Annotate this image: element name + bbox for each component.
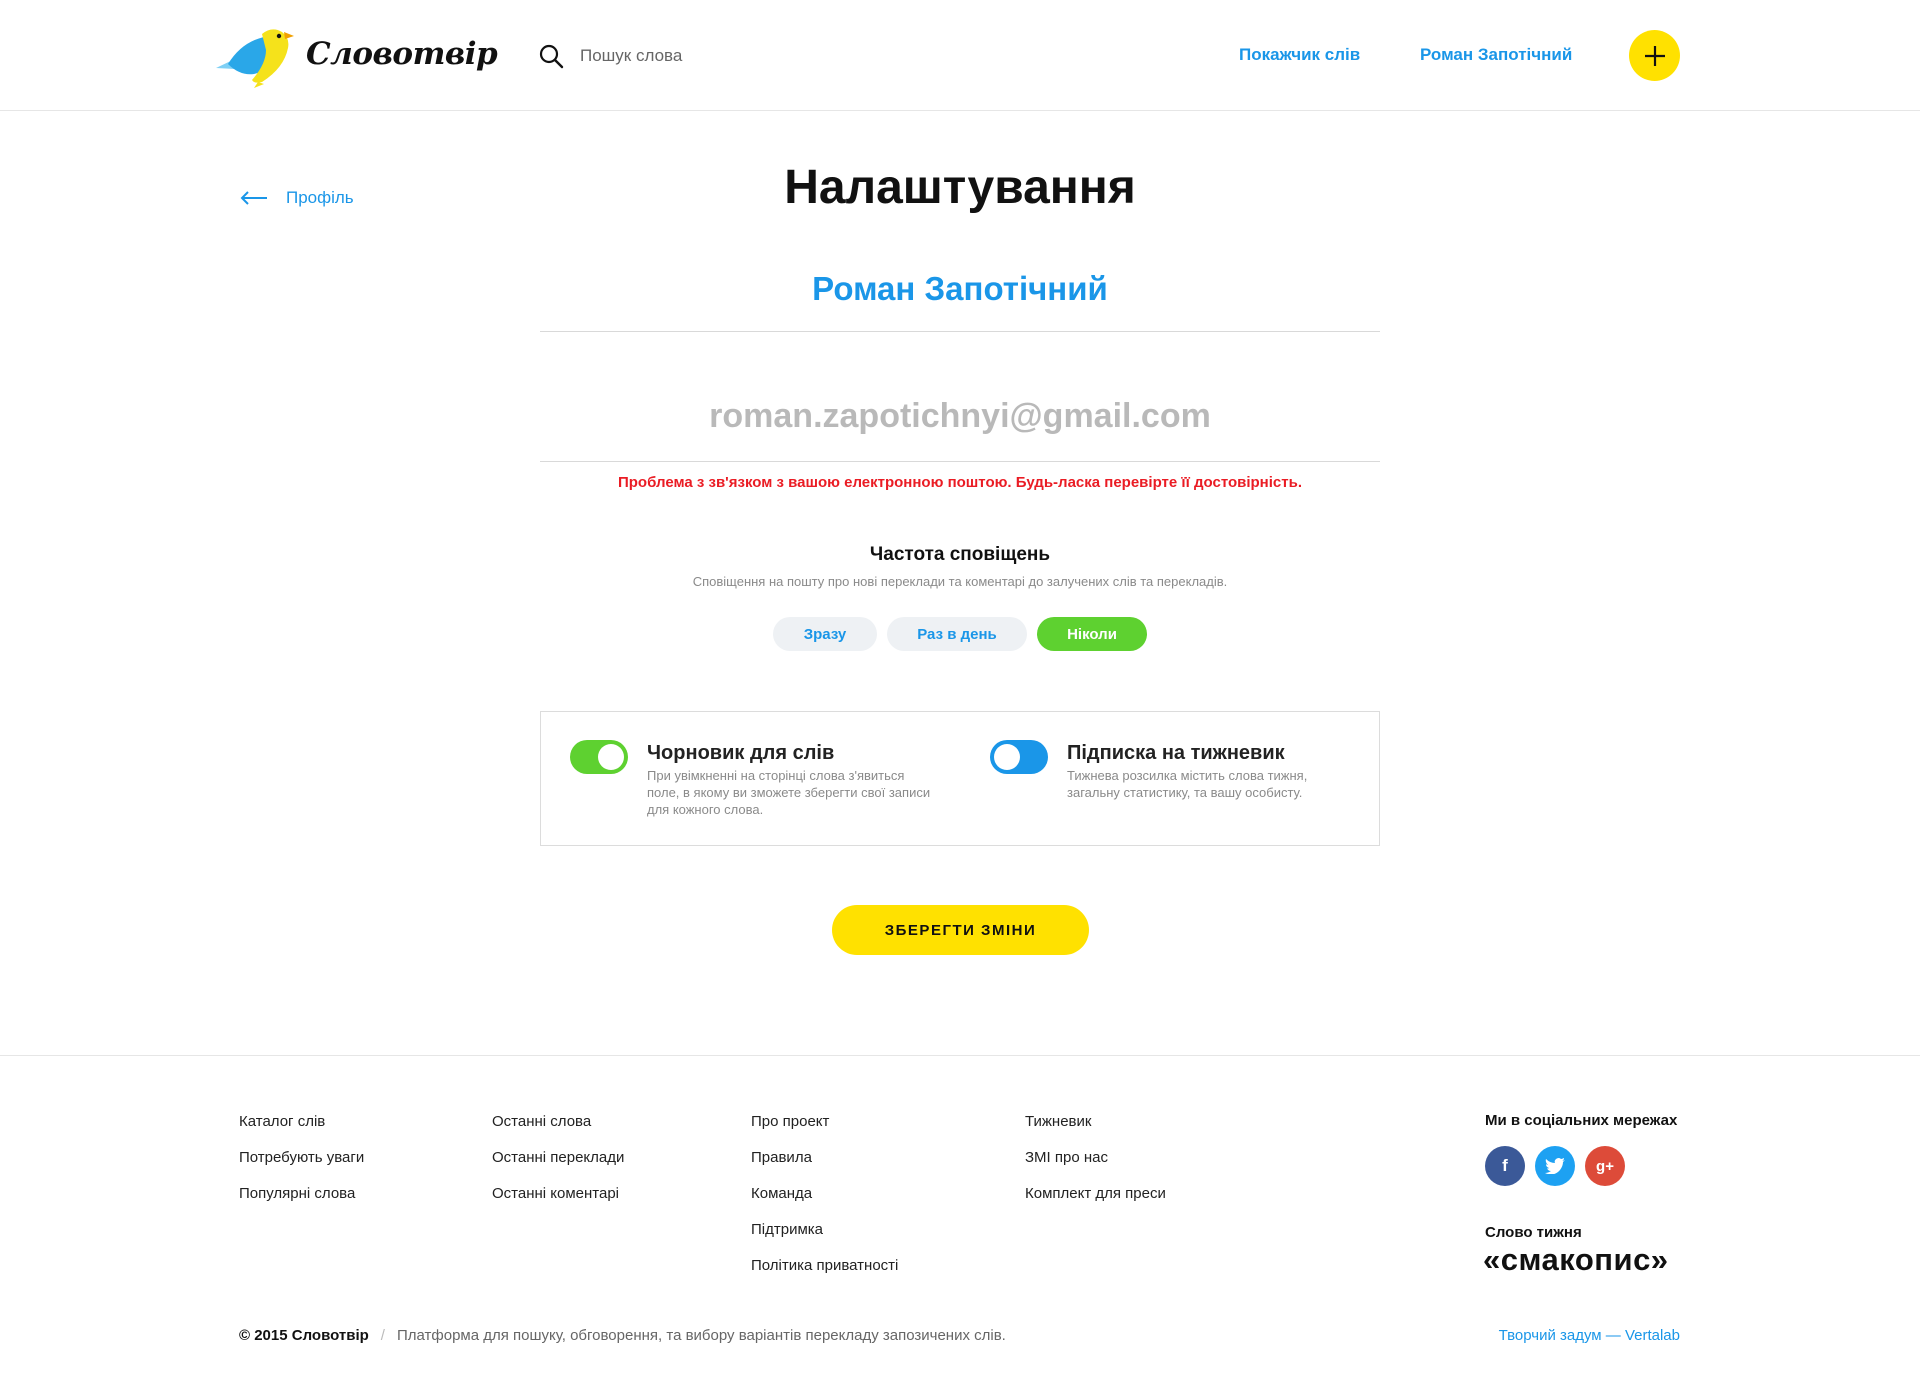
footer-column-about: Про проект Правила Команда Підтримка Пол… xyxy=(751,1112,898,1292)
twitter-icon[interactable] xyxy=(1535,1146,1575,1186)
notification-frequency-description: Сповіщення на пошту про нові переклади т… xyxy=(692,574,1228,589)
word-of-week-link[interactable]: «смакопис» xyxy=(1483,1242,1669,1278)
logo-link[interactable]: Словотвір xyxy=(214,24,498,88)
frequency-option-immediately[interactable]: Зразу xyxy=(773,617,877,651)
footer-link[interactable]: Останні коментарі xyxy=(492,1184,624,1220)
nav-word-index-link[interactable]: Покажчик слів xyxy=(1239,45,1360,65)
word-of-week-title: Слово тижня xyxy=(1485,1224,1582,1241)
footer-divider xyxy=(0,1055,1920,1056)
add-word-button[interactable] xyxy=(1629,30,1680,81)
footer-column-recent: Останні слова Останні переклади Останні … xyxy=(492,1112,624,1220)
frequency-options: Зразу Раз в день Ніколи xyxy=(540,617,1380,651)
search-input[interactable] xyxy=(580,46,960,66)
user-name-heading: Роман Запотічний xyxy=(812,270,1108,307)
email-field-underline xyxy=(540,461,1380,462)
nav-user-profile-link[interactable]: Роман Запотічний xyxy=(1420,45,1572,65)
page-title: Налаштування xyxy=(784,161,1136,214)
frequency-option-daily[interactable]: Раз в день xyxy=(887,617,1027,651)
divider xyxy=(540,331,1380,332)
save-changes-button[interactable]: ЗБЕРЕГТИ ЗМІНИ xyxy=(832,905,1089,955)
facebook-icon[interactable]: f xyxy=(1485,1146,1525,1186)
newsletter-option-title: Підписка на тижневик xyxy=(1067,742,1285,764)
social-title: Ми в соціальних мережах xyxy=(1485,1112,1678,1129)
footer-column-catalog: Каталог слів Потребують уваги Популярні … xyxy=(239,1112,364,1220)
footer-link[interactable]: Команда xyxy=(751,1184,898,1220)
footer-link[interactable]: Популярні слова xyxy=(239,1184,364,1220)
logo-text: Словотвір xyxy=(306,36,498,72)
toggle-knob xyxy=(994,744,1020,770)
plus-icon xyxy=(1644,45,1665,66)
footer-link[interactable]: ЗМІ про нас xyxy=(1025,1148,1166,1184)
toggle-knob xyxy=(598,744,624,770)
footer-link[interactable]: Політика приватності xyxy=(751,1256,898,1292)
arrow-left-icon xyxy=(240,191,267,205)
credit-link[interactable]: Творчий задум — Vertalab xyxy=(1499,1327,1680,1344)
copyright-brand: © 2015 Словотвір xyxy=(239,1327,369,1344)
footer-link[interactable]: Останні слова xyxy=(492,1112,624,1148)
email-field[interactable] xyxy=(540,392,1380,440)
frequency-option-never[interactable]: Ніколи xyxy=(1037,617,1147,651)
draft-option-title: Чорновик для слів xyxy=(647,742,835,764)
footer-link[interactable]: Правила xyxy=(751,1148,898,1184)
footer-link[interactable]: Про проект xyxy=(751,1112,898,1148)
back-to-profile-link[interactable]: Профіль xyxy=(240,188,354,208)
footer-link[interactable]: Комплект для преси xyxy=(1025,1184,1166,1220)
draft-option-description: При увімкненні на сторінці слова з'явить… xyxy=(647,768,931,817)
footer-link[interactable]: Тижневик xyxy=(1025,1112,1166,1148)
draft-toggle[interactable] xyxy=(570,740,628,774)
search-icon[interactable] xyxy=(538,43,564,69)
google-plus-icon[interactable]: g+ xyxy=(1585,1146,1625,1186)
newsletter-toggle[interactable] xyxy=(990,740,1048,774)
header: Словотвір Покажчик слів Роман Запотічний xyxy=(0,0,1920,111)
footer-link[interactable]: Підтримка xyxy=(751,1220,898,1256)
back-link-label: Профіль xyxy=(286,188,354,207)
settings-options-panel: Чорновик для слів При увімкненні на стор… xyxy=(540,711,1380,846)
site-tagline: Платформа для пошуку, обговорення, та ви… xyxy=(396,1327,1006,1344)
notification-frequency-title: Частота сповіщень xyxy=(869,544,1051,565)
footer-column-press: Тижневик ЗМІ про нас Комплект для преси xyxy=(1025,1112,1166,1220)
search-bar xyxy=(538,40,978,72)
copyright: © 2015 Словотвір / Платформа для пошуку,… xyxy=(239,1327,1006,1344)
footer-link[interactable]: Каталог слів xyxy=(239,1112,364,1148)
email-error-message: Проблема з зв'язком з вашою електронною … xyxy=(617,474,1302,491)
twitter-bird-glyph xyxy=(1545,1158,1565,1174)
footer-link[interactable]: Потребують уваги xyxy=(239,1148,364,1184)
newsletter-option-description: Тижнева розсилка містить слова тижня, за… xyxy=(1067,768,1308,800)
bird-logo-icon xyxy=(216,29,294,88)
footer-link[interactable]: Останні переклади xyxy=(492,1148,624,1184)
copyright-separator: / xyxy=(380,1327,385,1344)
